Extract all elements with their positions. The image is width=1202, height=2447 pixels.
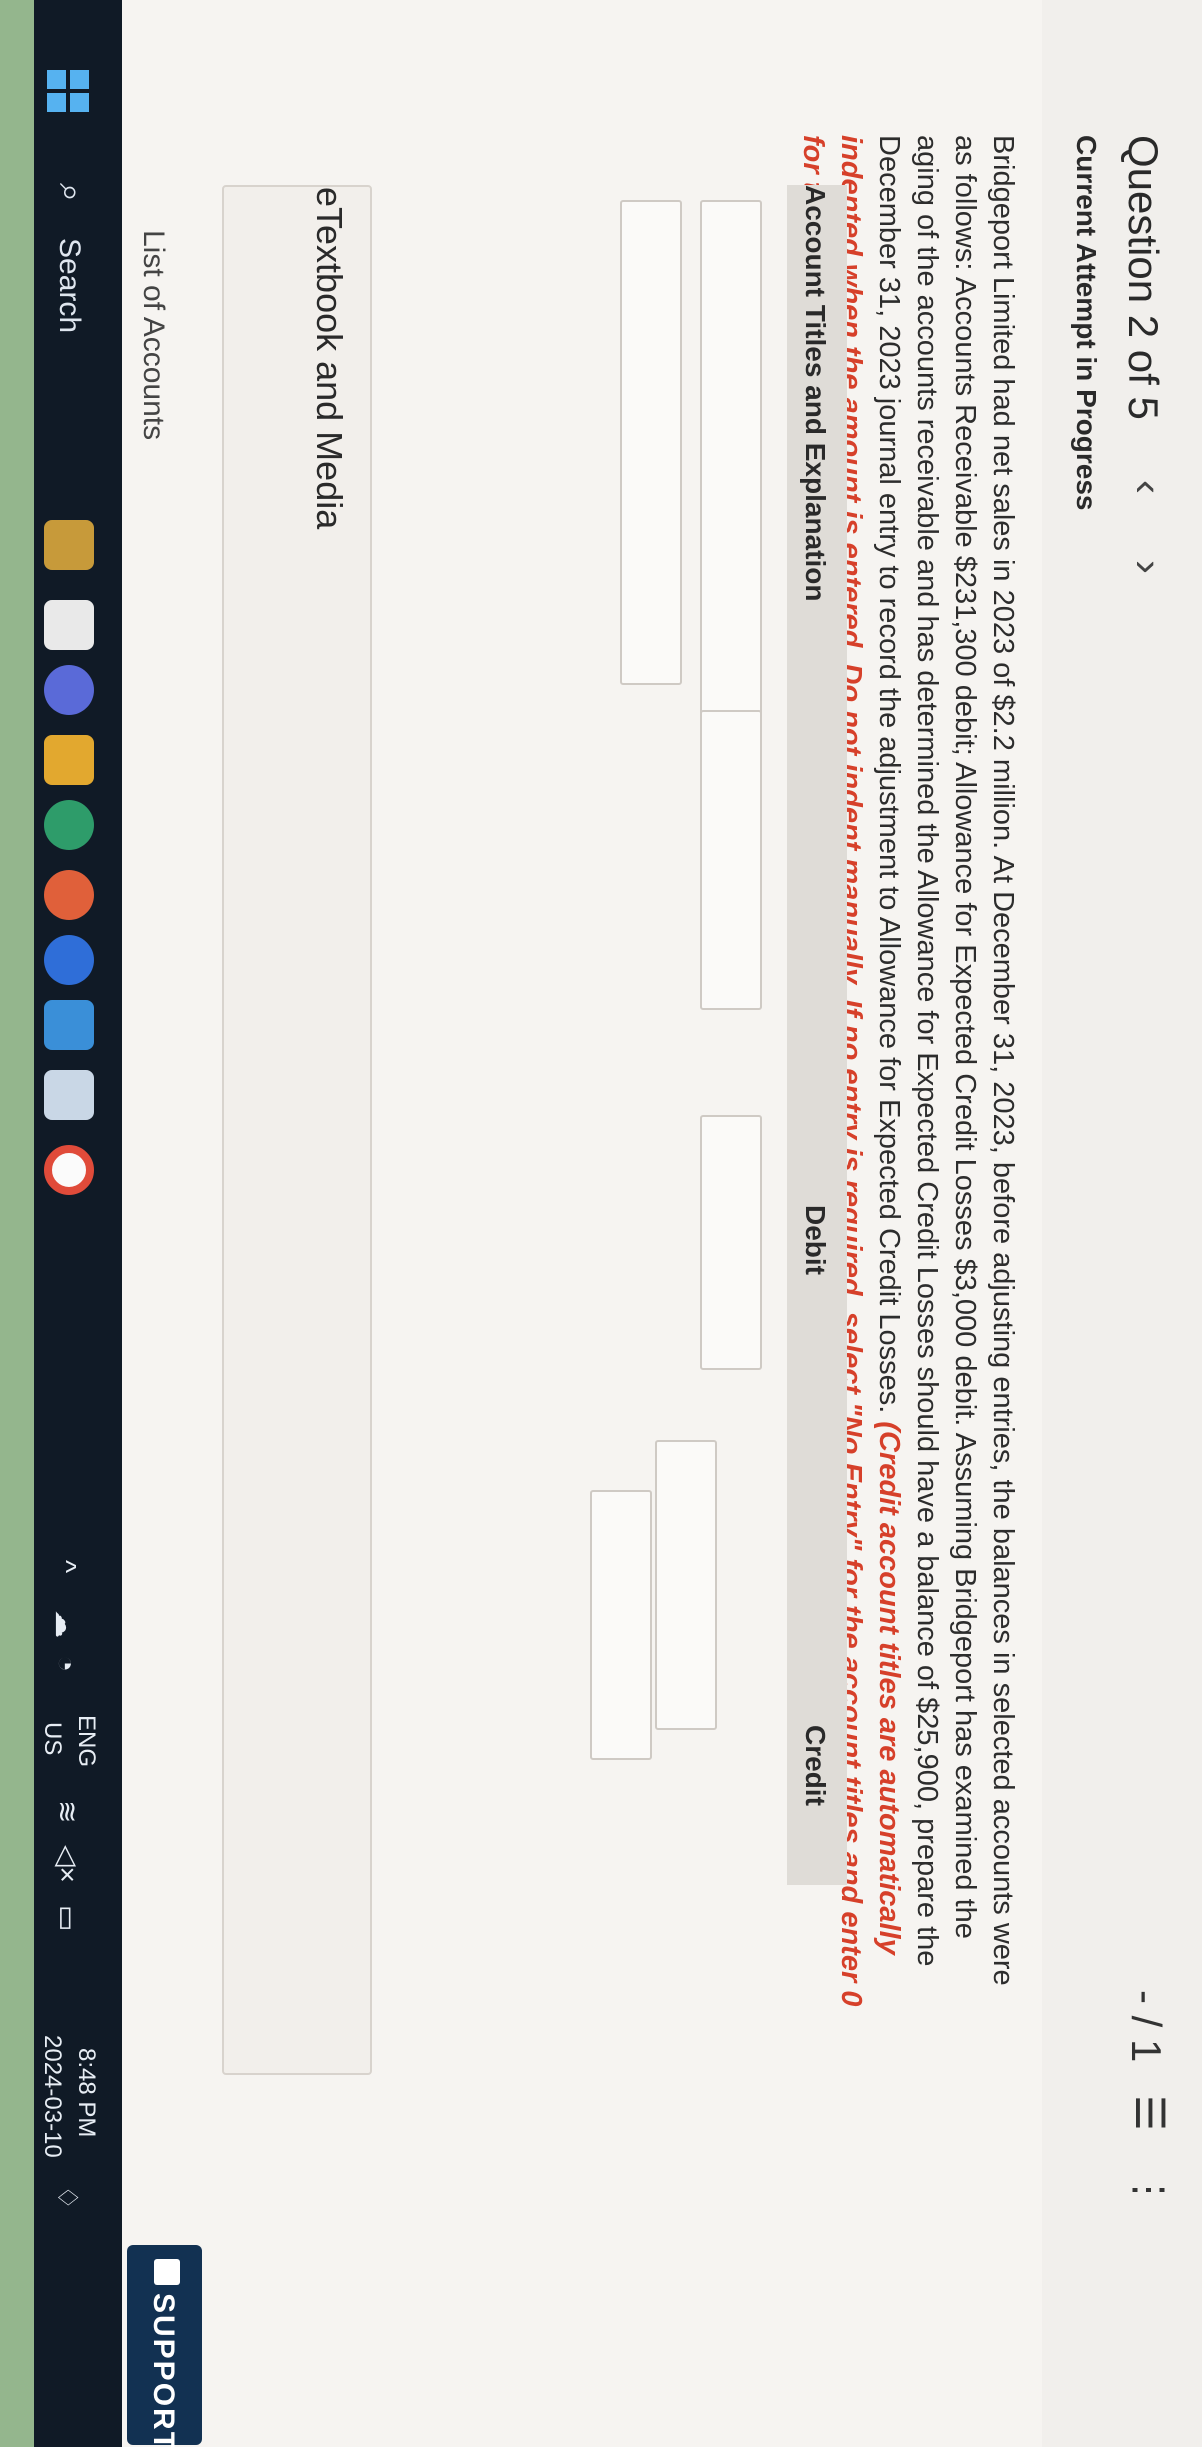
column-account-titles: Account Titles and Explanation	[800, 185, 831, 602]
prev-question-icon[interactable]: ‹	[1124, 480, 1172, 494]
language-bottom: US	[39, 1722, 66, 1756]
taskbar-search[interactable]: Search	[52, 238, 86, 333]
help-icon[interactable]	[44, 935, 94, 985]
support-button[interactable]: SUPPORT	[127, 2245, 202, 2447]
clock-time: 8:48 PM	[73, 2048, 100, 2138]
etextbook-label: eTextbook and Media	[309, 187, 350, 530]
support-icon	[154, 2259, 180, 2285]
file-app-icon[interactable]	[44, 600, 94, 650]
desktop-edge	[0, 0, 34, 2447]
app-window: Question 2 of 5 ‹ › - / 1 ☰ ⋮ Current At…	[0, 0, 1202, 2447]
volume-muted-icon[interactable]: ◁×	[51, 1845, 84, 1883]
credit-input-row-1[interactable]	[655, 1440, 717, 1730]
question-label: Question 2 of 5	[1120, 135, 1167, 420]
search-icon: ⌕	[52, 183, 90, 203]
question-list-icon[interactable]: ☰	[1126, 2095, 1172, 2131]
debit-input-row-1b[interactable]	[700, 1115, 762, 1370]
battery-icon[interactable]: ▭	[51, 1905, 84, 1931]
journal-header-row: Account Titles and Explanation Debit Cre…	[787, 185, 847, 1885]
windows-start-icon[interactable]	[47, 70, 89, 112]
next-question-icon[interactable]: ›	[1124, 560, 1172, 574]
clock-date: 2024-03-10	[39, 2035, 66, 2158]
store-icon[interactable]	[44, 1000, 94, 1050]
column-debit: Debit	[800, 1205, 831, 1275]
onedrive-icon[interactable]: ☁	[49, 1610, 82, 1638]
edge-browser-icon[interactable]	[44, 800, 94, 850]
image-app-icon[interactable]	[44, 1070, 94, 1120]
wifi-icon[interactable]: ≋	[51, 1800, 84, 1823]
chevron-up-icon[interactable]: ^	[50, 1560, 82, 1573]
photos-app-icon[interactable]	[44, 520, 94, 570]
attempt-status: Current Attempt in Progress	[1071, 135, 1102, 511]
chrome-browser-icon[interactable]	[44, 1145, 94, 1195]
header-bar: Question 2 of 5 ‹ › - / 1 ☰ ⋮	[1042, 0, 1202, 2447]
notification-bell-icon[interactable]: ♢	[51, 2185, 84, 2210]
debit-input-row-1[interactable]	[700, 710, 762, 1010]
file-explorer-icon[interactable]	[44, 735, 94, 785]
more-options-icon[interactable]: ⋮	[1126, 2170, 1172, 2210]
page-indicator: - / 1	[1123, 1990, 1170, 2063]
account-title-input-row-2[interactable]	[620, 200, 682, 685]
list-of-accounts-link[interactable]: List of Accounts	[136, 230, 170, 440]
language-top: ENG	[73, 1715, 100, 1768]
account-icon[interactable]: ◔	[50, 1655, 82, 1672]
chat-app-icon[interactable]	[44, 665, 94, 715]
etextbook-media-panel[interactable]: eTextbook and Media	[222, 185, 372, 2075]
support-label: SUPPORT	[147, 2293, 180, 2447]
account-title-input-row-1[interactable]	[700, 200, 762, 765]
firefox-icon[interactable]	[44, 870, 94, 920]
credit-input-row-2[interactable]	[590, 1490, 652, 1760]
column-credit: Credit	[800, 1725, 831, 1806]
